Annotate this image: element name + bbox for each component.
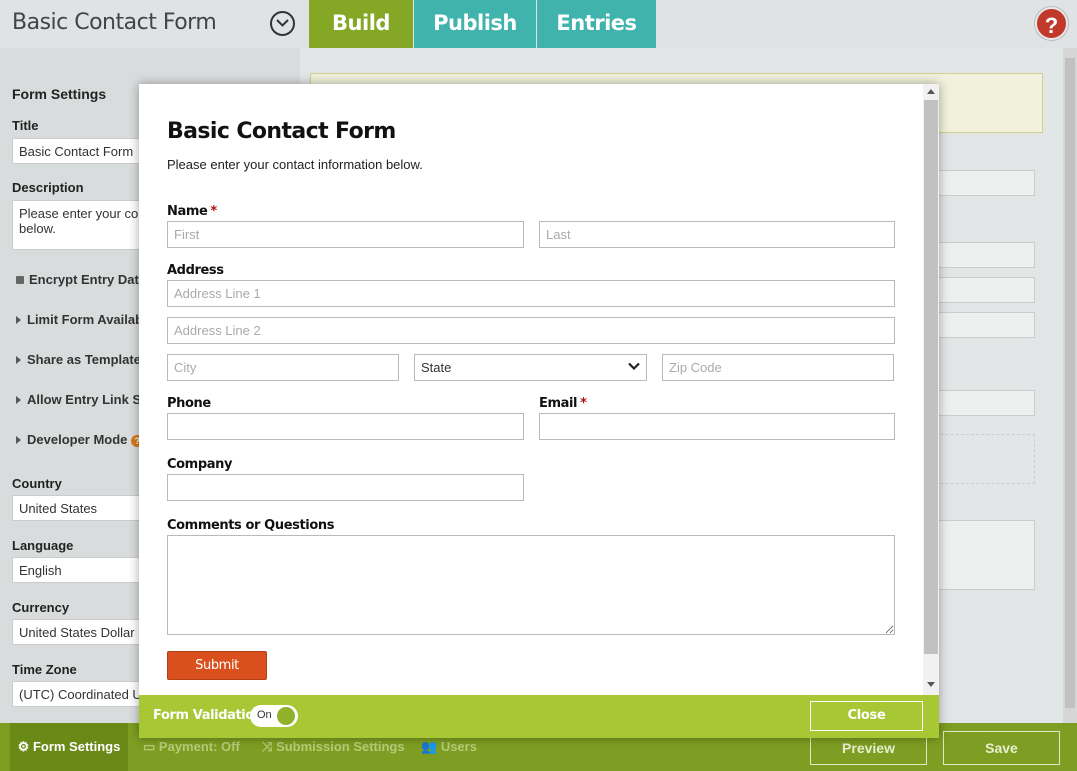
lock-icon <box>16 276 24 284</box>
help-icon[interactable]: ? <box>1035 7 1068 40</box>
scroll-up-arrow-icon[interactable] <box>927 89 935 94</box>
caret-right-icon <box>16 316 21 324</box>
shuffle-icon: ⤨ <box>262 739 273 754</box>
currency-label: Currency <box>12 600 70 615</box>
tab-entries[interactable]: Entries <box>537 0 656 48</box>
country-label: Country <box>12 476 62 491</box>
timezone-label: Time Zone <box>12 662 77 677</box>
email-input[interactable] <box>539 413 895 440</box>
form-description: Please enter your contact information be… <box>167 157 423 172</box>
page-scrollbar[interactable] <box>1063 48 1077 723</box>
toggle-knob <box>277 707 295 725</box>
save-button[interactable]: Save <box>943 731 1060 765</box>
chevron-down-icon[interactable] <box>270 11 295 36</box>
required-marker: * <box>210 204 217 219</box>
first-name-input[interactable] <box>167 221 524 248</box>
phone-label: Phone <box>167 396 211 411</box>
limit-availability-toggle[interactable]: Limit Form Availabi <box>16 312 147 327</box>
city-input[interactable] <box>167 354 399 381</box>
phone-input[interactable] <box>167 413 524 440</box>
share-template-toggle[interactable]: Share as Template? <box>16 352 149 367</box>
caret-right-icon <box>16 396 21 404</box>
close-button[interactable]: Close <box>810 701 923 731</box>
company-label: Company <box>167 457 233 472</box>
bottom-tab-form-settings[interactable]: ⚙ Form Settings <box>10 723 128 771</box>
settings-heading: Form Settings <box>12 86 107 102</box>
scroll-down-arrow-icon[interactable] <box>927 682 935 687</box>
scrollbar-thumb[interactable] <box>1065 58 1075 708</box>
form-validation-toggle[interactable]: On <box>250 705 298 727</box>
required-marker: * <box>580 396 587 411</box>
allow-entry-link-toggle[interactable]: Allow Entry Link Sha <box>16 392 156 407</box>
users-icon: 👥 <box>421 739 438 754</box>
form-title: Basic Contact Form <box>167 119 396 144</box>
encrypt-entry-toggle[interactable]: Encrypt Entry Data? <box>16 272 154 287</box>
language-label: Language <box>12 538 74 553</box>
toggle-state-text: On <box>257 709 272 721</box>
form-preview-modal: Basic Contact Form Please enter your con… <box>139 84 939 738</box>
description-label: Description <box>12 180 84 195</box>
caret-right-icon <box>16 356 21 364</box>
comments-textarea[interactable] <box>167 535 895 635</box>
scrollbar-thumb[interactable] <box>924 100 938 654</box>
modal-footer: Form Validation On Close <box>139 695 939 738</box>
name-label: Name * <box>167 204 217 219</box>
tab-publish[interactable]: Publish <box>414 0 536 48</box>
tab-build[interactable]: Build <box>309 0 413 48</box>
title-label: Title <box>12 118 39 133</box>
developer-mode-toggle[interactable]: Developer Mode? <box>16 432 144 447</box>
submit-button[interactable]: Submit <box>167 651 267 680</box>
address-line-1-input[interactable] <box>167 280 895 307</box>
state-select[interactable]: State <box>414 354 647 381</box>
form-validation-label: Form Validation <box>153 708 263 723</box>
credit-card-icon: ▭ <box>143 739 156 754</box>
caret-right-icon <box>16 436 21 444</box>
chevron-down-icon <box>628 362 640 371</box>
comments-label: Comments or Questions <box>167 518 335 533</box>
modal-scrollbar[interactable] <box>923 84 939 695</box>
email-label: Email * <box>539 396 587 411</box>
address-line-2-input[interactable] <box>167 317 895 344</box>
company-input[interactable] <box>167 474 524 501</box>
form-title-header: Basic Contact Form <box>12 10 217 35</box>
top-bar: Basic Contact Form Build Publish Entries… <box>0 0 1077 48</box>
last-name-input[interactable] <box>539 221 895 248</box>
address-label: Address <box>167 263 224 278</box>
zip-code-input[interactable] <box>662 354 894 381</box>
